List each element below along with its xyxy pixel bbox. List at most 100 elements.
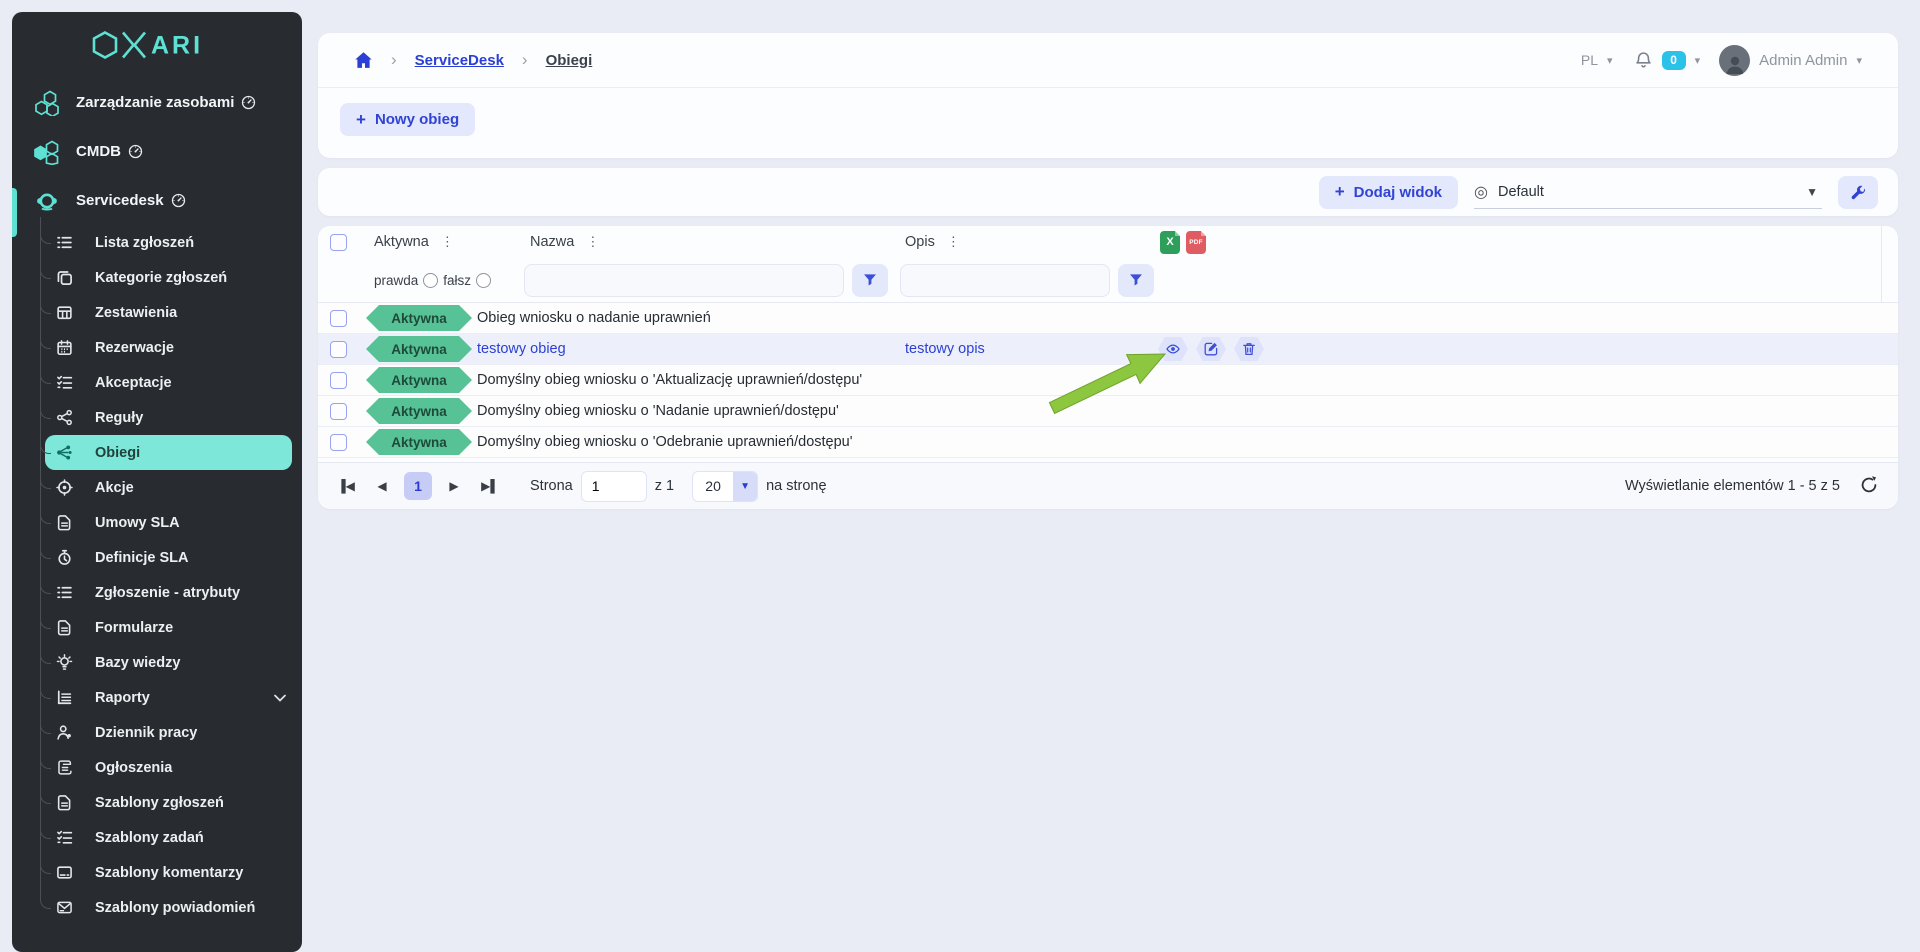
next-page-button[interactable]: ▶ [440,472,468,500]
sidebar-item-reguly[interactable]: Reguły [12,400,302,435]
sidebar-item-szablony-zadan[interactable]: Szablony zadań [12,820,302,855]
sub-label: Reguły [95,410,143,426]
chevron-down-icon: ▾ [1695,54,1701,67]
table-row[interactable]: Aktywna Domyślny obieg wniosku o 'Odebra… [318,427,1898,458]
sub-label: Akcje [95,480,134,496]
refresh-button[interactable] [1858,475,1880,497]
items-summary: Wyświetlanie elementów 1 - 5 z 5 [1625,478,1840,494]
workflow-desc-link[interactable]: testowy opis [895,341,1158,357]
app-logo[interactable]: ARI [12,12,302,78]
sub-label: Umowy SLA [95,515,180,531]
sidebar-item-zestawienia[interactable]: Zestawienia [12,295,302,330]
page-number-input[interactable] [581,471,647,502]
row-checkbox[interactable] [330,434,347,451]
column-menu-icon[interactable]: ⋮ [586,234,600,250]
home-icon[interactable] [354,51,373,70]
row-checkbox[interactable] [330,341,347,358]
comment-card-icon [56,864,73,881]
column-menu-icon[interactable]: ⋮ [947,234,961,250]
sidebar-item-lista-zgloszen[interactable]: Lista zgłoszeń [12,225,302,260]
table-row[interactable]: Aktywna testowy obieg testowy opis [318,334,1898,365]
user-menu[interactable]: Admin Admin [1759,52,1847,69]
workflow-name-link[interactable]: testowy obieg [473,341,895,357]
sidebar-item-szablony-zgloszen[interactable]: Szablony zgłoszeń [12,785,302,820]
row-checkbox[interactable] [330,372,347,389]
export-pdf-icon[interactable]: PDF [1186,231,1206,254]
add-view-button[interactable]: + Dodaj widok [1319,176,1458,209]
sidebar-item-rezerwacje[interactable]: Rezerwacje [12,330,302,365]
assets-hexagons-icon [34,90,60,116]
radio-false-label: fałsz [443,273,471,288]
sidebar-item-dziennik-pracy[interactable]: Dziennik pracy [12,715,302,750]
lightbulb-icon [56,654,73,671]
view-settings-button[interactable] [1838,176,1878,209]
sidebar-item-servicedesk[interactable]: Servicedesk [12,176,302,225]
gauge-icon [128,144,143,159]
workflow-name: Obieg wniosku o nadanie uprawnień [473,310,895,326]
column-header-aktywna[interactable]: Aktywna ⋮ [358,234,473,250]
notification-badge[interactable]: 0 [1662,51,1686,70]
sub-label: Bazy wiedzy [95,655,180,671]
sub-label: Szablony zadań [95,830,204,846]
sidebar-item-ogloszenia[interactable]: Ogłoszenia [12,750,302,785]
sidebar-item-zarzadzanie-zasobami[interactable]: Zarządzanie zasobami [12,78,302,127]
row-checkbox[interactable] [330,310,347,327]
table-icon [56,304,73,321]
select-all-checkbox[interactable] [330,234,347,251]
avatar[interactable] [1719,45,1750,76]
prev-page-button[interactable]: ◀ [368,472,396,500]
table-row[interactable]: Aktywna Domyślny obieg wniosku o 'Aktual… [318,365,1898,396]
sidebar-item-definicje-sla[interactable]: Definicje SLA [12,540,302,575]
table-row[interactable]: Aktywna Obieg wniosku o nadanie uprawnie… [318,303,1898,334]
column-header-nazwa[interactable]: Nazwa ⋮ [473,234,895,250]
column-header-opis[interactable]: Opis ⋮ [895,234,1158,250]
stopwatch-icon [56,549,73,566]
first-page-button[interactable]: ▐◀ [332,472,360,500]
view-selected-value: Default [1498,184,1544,200]
plus-icon: + [1335,182,1345,202]
nazwa-filter-button[interactable] [852,264,888,297]
sidebar-item-akceptacje[interactable]: Akceptacje [12,365,302,400]
sidebar-item-obiegi[interactable]: Obiegi [45,435,292,470]
column-label: Aktywna [374,234,429,250]
sidebar-item-raporty[interactable]: Raporty [12,680,302,715]
table-row[interactable]: Aktywna Domyślny obieg wniosku o 'Nadani… [318,396,1898,427]
sidebar-item-szablony-komentarzy[interactable]: Szablony komentarzy [12,855,302,890]
language-selector[interactable]: PL [1581,52,1598,68]
nazwa-filter-input[interactable] [524,264,844,297]
edit-workflow-button[interactable] [1196,337,1226,361]
bell-icon[interactable] [1634,51,1653,70]
funnel-icon [1129,273,1143,287]
new-workflow-button[interactable]: + Nowy obieg [340,103,475,136]
breadcrumb-obiegi-current[interactable]: Obiegi [546,52,593,69]
view-workflow-button[interactable] [1158,337,1188,361]
current-page-button[interactable]: 1 [404,472,432,500]
breadcrumb-separator: › [391,50,397,70]
checklist-icon [56,829,73,846]
view-select-dropdown[interactable]: ◎ Default ▼ [1474,176,1822,209]
radio-true[interactable] [423,273,438,288]
sidebar-item-cmdb[interactable]: CMDB [12,127,302,176]
cmdb-hexagons-icon [34,139,60,165]
opis-filter-button[interactable] [1118,264,1154,297]
pagination-bar: ▐◀ ◀ 1 ▶ ▶▌ Strona z 1 20 ▼ na stronę Wy… [318,462,1898,509]
copy-icon [56,269,73,286]
sidebar-item-zgloszenie-atrybuty[interactable]: Zgłoszenie - atrybuty [12,575,302,610]
table-header-row: Aktywna ⋮ Nazwa ⋮ Opis ⋮ X PDF [318,226,1898,258]
sidebar-item-szablony-powiadomien[interactable]: Szablony powiadomień [12,890,302,925]
sidebar-item-formularze[interactable]: Formularze [12,610,302,645]
export-excel-icon[interactable]: X [1160,231,1180,254]
sidebar-item-kategorie-zgloszen[interactable]: Kategorie zgłoszeń [12,260,302,295]
breadcrumb-servicedesk-link[interactable]: ServiceDesk [415,52,504,69]
sidebar-item-akcje[interactable]: Akcje [12,470,302,505]
row-checkbox[interactable] [330,403,347,420]
column-menu-icon[interactable]: ⋮ [441,234,455,250]
delete-workflow-button[interactable] [1234,337,1264,361]
sidebar-item-bazy-wiedzy[interactable]: Bazy wiedzy [12,645,302,680]
envelope-icon [56,899,73,916]
sidebar-item-umowy-sla[interactable]: Umowy SLA [12,505,302,540]
checklist-icon [56,374,73,391]
opis-filter-input[interactable] [900,264,1110,297]
page-size-select[interactable]: 20 ▼ [692,471,758,502]
last-page-button[interactable]: ▶▌ [476,472,504,500]
